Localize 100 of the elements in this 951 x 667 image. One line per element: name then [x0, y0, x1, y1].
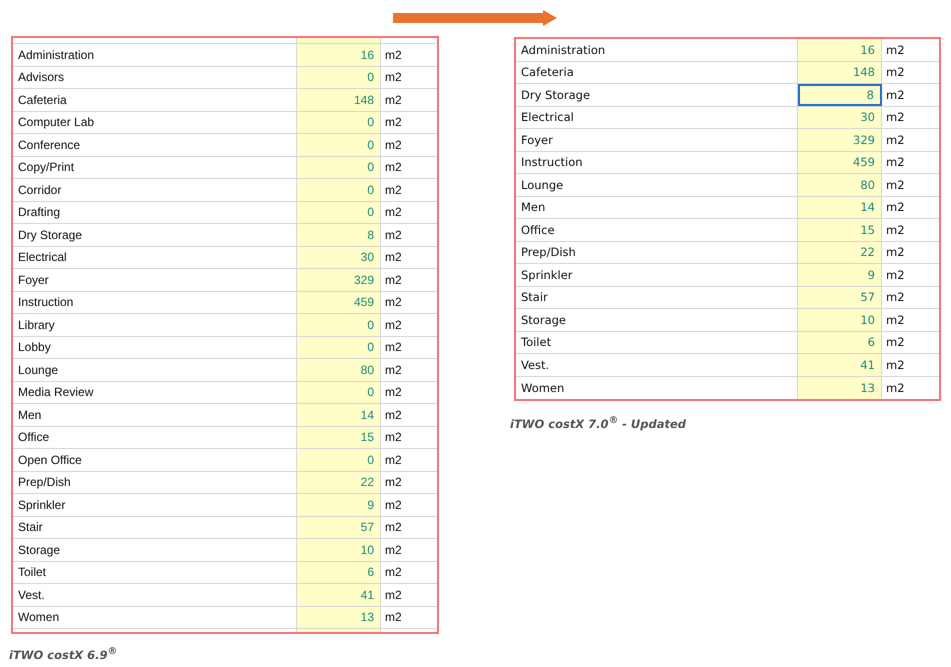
- area-cell[interactable]: 0: [297, 134, 381, 156]
- unit-label: m2: [385, 408, 402, 422]
- area-cell[interactable]: 10: [297, 539, 381, 560]
- unit-label: m2: [886, 290, 905, 304]
- room-name: Women: [521, 380, 564, 395]
- room-name: Stair: [18, 520, 43, 534]
- unit-label: m2: [385, 588, 402, 602]
- area-cell[interactable]: 459: [798, 152, 882, 173]
- unit-label: m2: [886, 42, 905, 57]
- room-name: Storage: [18, 542, 60, 557]
- area-cell[interactable]: 0: [297, 382, 381, 403]
- area-cell[interactable]: 148: [297, 89, 381, 110]
- room-name: Instruction: [18, 295, 74, 310]
- area-cell[interactable]: 14: [798, 196, 882, 218]
- area-cell[interactable]: 30: [297, 246, 381, 268]
- room-name: Men: [521, 200, 546, 214]
- area-cell[interactable]: 10: [798, 309, 882, 330]
- unit-label: m2: [385, 498, 402, 512]
- unit-label: m2: [886, 245, 905, 260]
- room-name: Foyer: [18, 272, 49, 287]
- area-cell[interactable]: 0: [297, 112, 381, 133]
- unit-label: m2: [385, 565, 402, 580]
- area-cell[interactable]: 14: [297, 404, 381, 426]
- area-cell[interactable]: 0: [297, 449, 381, 470]
- area-cell[interactable]: 15: [798, 219, 882, 240]
- unit-label: m2: [385, 542, 402, 557]
- area-cell[interactable]: 41: [297, 584, 381, 606]
- room-name: Media Review: [18, 385, 94, 400]
- room-name: Administration: [521, 42, 606, 57]
- area-cell[interactable]: 57: [297, 516, 381, 538]
- area-cell[interactable]: 80: [798, 174, 882, 196]
- room-name: Prep/Dish: [521, 245, 576, 260]
- area-cell[interactable]: 0: [297, 336, 381, 358]
- room-name: Women: [18, 610, 60, 624]
- area-cell[interactable]: 16: [297, 44, 381, 66]
- unit-label: m2: [385, 48, 402, 62]
- room-name: Storage: [521, 312, 566, 327]
- unit-label: m2: [385, 520, 402, 534]
- unit-label: m2: [886, 200, 905, 214]
- area-cell[interactable]: 22: [798, 242, 882, 263]
- area-cell[interactable]: 6: [297, 562, 381, 583]
- room-name: Copy/Print: [18, 160, 74, 174]
- area-cell[interactable]: 41: [798, 354, 882, 376]
- unit-label: m2: [886, 110, 905, 124]
- unit-label: m2: [886, 65, 905, 80]
- unit-label: m2: [385, 160, 402, 174]
- unit-label: m2: [385, 362, 402, 377]
- area-cell[interactable]: 80: [297, 359, 381, 380]
- area-cell[interactable]: 8: [297, 224, 381, 246]
- area-cell[interactable]: 13: [798, 376, 882, 399]
- unit-label: m2: [886, 312, 905, 327]
- room-name: Open Office: [18, 452, 82, 467]
- area-cell[interactable]: 329: [297, 269, 381, 290]
- room-name: Toilet: [521, 335, 552, 350]
- area-cell[interactable]: 0: [297, 66, 381, 88]
- room-name: Foyer: [521, 132, 553, 147]
- area-cell[interactable]: 30: [798, 106, 882, 128]
- room-name: Computer Lab: [18, 115, 94, 130]
- room-name: Office: [521, 222, 555, 237]
- room-name: Office: [18, 430, 50, 444]
- area-cell[interactable]: 0: [297, 202, 381, 223]
- area-cell[interactable]: 9: [297, 494, 381, 516]
- room-name: Corridor: [18, 182, 62, 197]
- room-name: Lobby: [18, 340, 51, 354]
- room-name: Electrical: [18, 250, 67, 264]
- room-name: Dry Storage: [521, 88, 590, 102]
- room-name: Men: [18, 408, 42, 422]
- area-cell[interactable]: 22: [297, 472, 381, 493]
- unit-label: m2: [385, 70, 402, 84]
- room-name: Sprinkler: [18, 498, 66, 512]
- room-name: Advisors: [18, 70, 64, 84]
- arrow-icon: [393, 10, 557, 26]
- unit-label: m2: [385, 430, 402, 444]
- area-cell[interactable]: 8: [798, 84, 882, 106]
- area-cell[interactable]: 6: [798, 332, 882, 353]
- unit-label: m2: [385, 340, 402, 354]
- unit-label: m2: [385, 295, 402, 310]
- area-cell[interactable]: 13: [297, 606, 381, 628]
- room-name: Sprinkler: [521, 268, 572, 282]
- area-cell[interactable]: 148: [798, 62, 882, 83]
- room-name: Cafeteria: [18, 92, 67, 107]
- area-cell[interactable]: 0: [297, 179, 381, 200]
- room-name: Toilet: [18, 565, 46, 580]
- area-cell[interactable]: 459: [297, 292, 381, 313]
- unit-label: m2: [886, 268, 905, 282]
- room-name: Library: [18, 318, 55, 332]
- room-name: Lounge: [18, 362, 58, 377]
- unit-label: m2: [385, 272, 402, 287]
- unit-label: m2: [385, 92, 402, 107]
- area-cell[interactable]: 57: [798, 286, 882, 308]
- area-cell[interactable]: 329: [798, 129, 882, 150]
- unit-label: m2: [886, 155, 905, 170]
- room-name: Drafting: [18, 205, 60, 220]
- area-cell[interactable]: 0: [297, 314, 381, 336]
- unit-label: m2: [385, 318, 402, 332]
- area-cell[interactable]: 0: [297, 156, 381, 178]
- area-cell[interactable]: 16: [798, 39, 882, 60]
- area-cell[interactable]: 15: [297, 426, 381, 448]
- room-name: Instruction: [521, 155, 583, 170]
- area-cell[interactable]: 9: [798, 264, 882, 286]
